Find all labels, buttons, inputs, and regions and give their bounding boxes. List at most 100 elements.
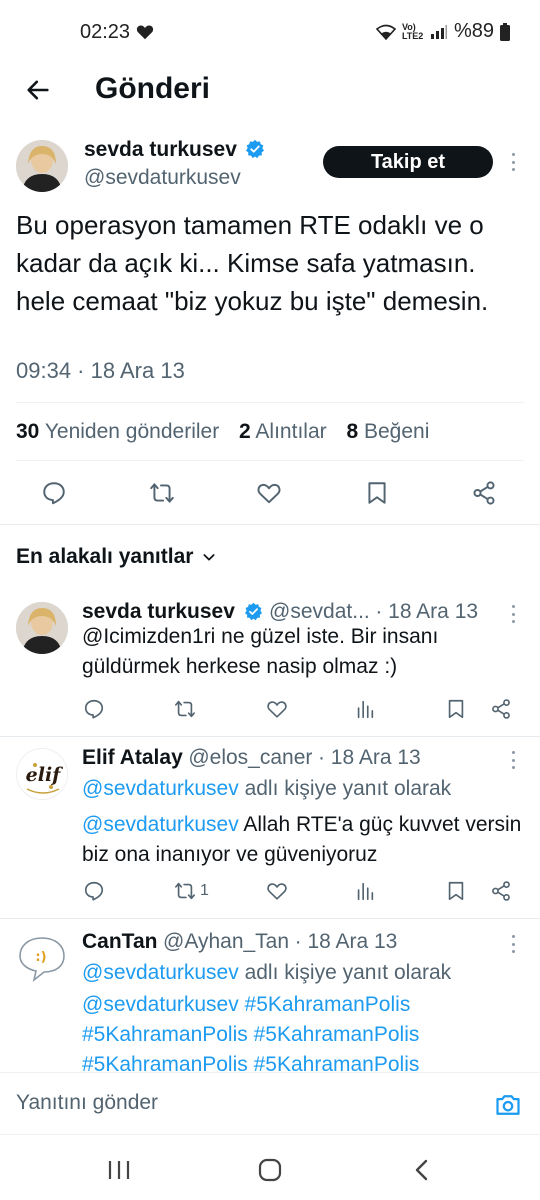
- post-timestamp: 09:34 · 18 Ara 13: [16, 358, 185, 383]
- repost-icon: [150, 483, 174, 503]
- repost-button[interactable]: 1: [174, 880, 209, 902]
- like-icon: [267, 883, 287, 900]
- avatar-text: :): [35, 950, 46, 965]
- home-button[interactable]: [255, 1157, 285, 1183]
- quotes-stat[interactable]: 2 Alıntılar: [239, 420, 327, 443]
- divider: [0, 918, 540, 919]
- divider: [16, 402, 524, 403]
- back-button[interactable]: [20, 72, 56, 108]
- reposts-count: 30: [16, 420, 40, 443]
- hashtag-line: #5KahramanPolis #5KahramanPolis: [82, 1050, 522, 1072]
- post-stats: 30 Yeniden gönderiler 2 Alıntılar 8 Beğe…: [16, 420, 443, 444]
- avatar[interactable]: [16, 602, 68, 654]
- replying-to-label: adlı kişiye yanıt olarak: [244, 777, 452, 800]
- author-row: sevda turkusev @sevdaturkusev: [84, 138, 265, 190]
- repost-button[interactable]: [174, 698, 196, 720]
- battery-icon: [500, 22, 510, 41]
- hashtag-line: @sevdaturkusev #5KahramanPolis: [82, 990, 522, 1020]
- share-icon: [492, 881, 510, 901]
- replies-sort-dropdown[interactable]: En alakalı yanıtlar: [16, 545, 217, 569]
- share-icon: [473, 481, 495, 505]
- camera-button[interactable]: [494, 1091, 522, 1119]
- avatar[interactable]: elif: [16, 748, 68, 800]
- avatar-photo: [16, 140, 68, 192]
- avatar[interactable]: :): [16, 932, 68, 984]
- reply-item[interactable]: sevda turkusev @sevdat... · 18 Ara 13 @I…: [0, 600, 540, 736]
- author-name[interactable]: sevda turkusev: [84, 138, 237, 161]
- verified-badge-icon: [246, 139, 265, 159]
- views-icon: [357, 700, 374, 719]
- reply-date: 18 Ara 13: [330, 746, 421, 769]
- avatar-logo: elif: [17, 749, 67, 799]
- reposts-label: Yeniden gönderiler: [44, 420, 220, 443]
- repost-button[interactable]: [147, 478, 177, 508]
- views-button[interactable]: [354, 880, 376, 902]
- reply-actions: 1: [80, 880, 520, 910]
- mention-link[interactable]: @sevdaturkusev: [82, 813, 239, 836]
- like-button[interactable]: [266, 880, 288, 902]
- reply-author-name[interactable]: CanTan: [82, 930, 157, 953]
- replying-to-link[interactable]: @sevdaturkusev: [82, 777, 239, 800]
- likes-stat[interactable]: 8 Beğeni: [346, 420, 429, 443]
- divider: [16, 460, 524, 461]
- more-options-button[interactable]: [506, 150, 520, 174]
- bookmark-button[interactable]: [445, 880, 467, 902]
- network-label: Vo) LTE2: [401, 21, 424, 41]
- follow-button[interactable]: Takip et: [323, 146, 493, 178]
- reposts-stat[interactable]: 30 Yeniden gönderiler: [16, 420, 219, 443]
- status-right: Vo) LTE2 %89: [375, 20, 510, 43]
- like-button[interactable]: [254, 478, 284, 508]
- hashtag-link[interactable]: #5KahramanPolis #5KahramanPolis: [82, 1053, 419, 1072]
- post-time: 09:34: [16, 358, 72, 383]
- replying-to-link[interactable]: @sevdaturkusev: [82, 961, 239, 984]
- like-button[interactable]: [266, 698, 288, 720]
- more-options-button[interactable]: [506, 932, 520, 956]
- divider: [0, 736, 540, 737]
- section-divider: [0, 524, 540, 525]
- hashtag-link[interactable]: #5KahramanPolis #5KahramanPolis: [82, 1023, 419, 1046]
- reply-author-name[interactable]: Elif Atalay: [82, 746, 183, 769]
- views-button[interactable]: [354, 698, 376, 720]
- reply-header: Elif Atalay @elos_caner · 18 Ara 13: [82, 746, 421, 769]
- wifi-icon: [375, 24, 396, 40]
- back-icon: [415, 1159, 428, 1181]
- reply-header: sevda turkusev @sevdat... · 18 Ara 13: [82, 600, 479, 623]
- reply-compose-bar: Yanıtını gönder: [0, 1072, 540, 1134]
- reply-button[interactable]: [83, 698, 105, 720]
- system-back-button[interactable]: [407, 1157, 437, 1183]
- arrow-left-icon: [27, 80, 49, 100]
- repost-icon: [175, 700, 195, 718]
- post-text: Bu operasyon tamamen RTE odaklı ve o kad…: [16, 210, 489, 316]
- bookmark-button[interactable]: [445, 698, 467, 720]
- reply-button[interactable]: [83, 880, 105, 902]
- reply-item[interactable]: :) CanTan @Ayhan_Tan · 18 Ara 13 @sevdat…: [0, 930, 540, 1072]
- recent-apps-button[interactable]: [104, 1157, 134, 1183]
- likes-count: 8: [346, 420, 359, 443]
- avatar[interactable]: [16, 140, 68, 192]
- reply-date: 18 Ara 13: [307, 930, 398, 953]
- hashtag-link[interactable]: @sevdaturkusev #5KahramanPolis: [82, 993, 410, 1016]
- reply-button[interactable]: [39, 478, 69, 508]
- bookmark-icon: [448, 881, 464, 901]
- share-button[interactable]: [490, 698, 512, 720]
- quotes-count: 2: [239, 420, 251, 443]
- reply-date: 18 Ara 13: [388, 600, 479, 623]
- avatar-photo: [16, 602, 68, 654]
- repost-icon: [175, 882, 195, 900]
- like-icon: [257, 483, 281, 504]
- reply-author-name[interactable]: sevda turkusev: [82, 600, 235, 623]
- bookmark-button[interactable]: [362, 478, 392, 508]
- hashtag-line: #5KahramanPolis #5KahramanPolis: [82, 1020, 522, 1050]
- page-title: Gönderi: [95, 72, 211, 105]
- more-options-button[interactable]: [506, 748, 520, 772]
- chevron-down-icon: [203, 554, 215, 561]
- share-button[interactable]: [469, 478, 499, 508]
- reply-input[interactable]: Yanıtını gönder: [16, 1091, 158, 1115]
- reply-icon: [43, 482, 65, 505]
- avatar-speech-bubble: :): [16, 932, 68, 984]
- reply-icon: [84, 699, 104, 719]
- reply-icon: [84, 881, 104, 901]
- reply-item[interactable]: elif Elif Atalay @elos_caner · 18 Ara 13…: [0, 746, 540, 916]
- reply-text-block: @sevdaturkusev Allah RTE'a güç kuvvet ve…: [82, 810, 522, 870]
- share-button[interactable]: [490, 880, 512, 902]
